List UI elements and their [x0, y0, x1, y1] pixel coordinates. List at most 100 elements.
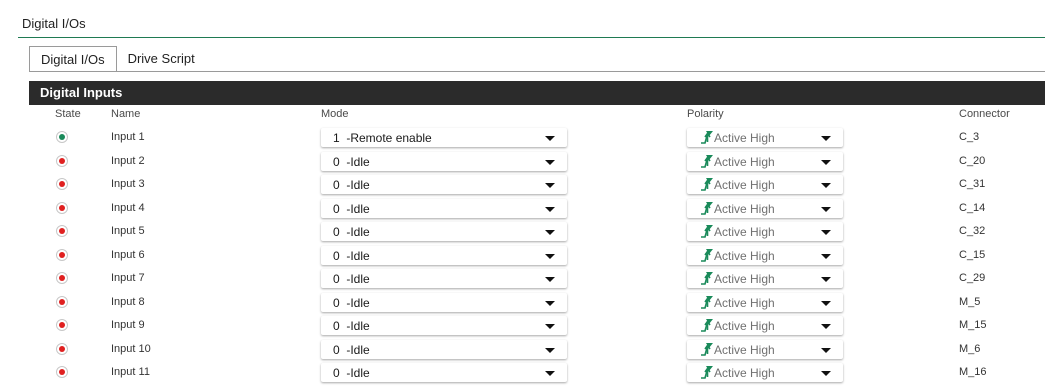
- chevron-down-icon: [545, 277, 555, 282]
- polarity-dropdown[interactable]: Active High: [687, 363, 843, 382]
- state-indicator: [56, 342, 68, 355]
- chevron-down-icon: [821, 206, 831, 212]
- column-header-connector: Connector: [959, 108, 1010, 120]
- tab-bar: Digital I/Os Drive Script: [29, 46, 206, 72]
- state-dot: [59, 228, 65, 234]
- input-name: Input 2: [111, 154, 145, 167]
- polarity-value: Active High: [714, 295, 775, 310]
- input-name: Input 9: [111, 319, 145, 331]
- table-row: Input 4 0 -Idle Active High C_14: [29, 197, 1045, 220]
- chevron-down-icon: [821, 230, 831, 235]
- connector-label: M_6: [959, 342, 981, 355]
- column-header-polarity: Polarity: [687, 108, 724, 120]
- tab-digital-ios[interactable]: Digital I/Os: [29, 46, 117, 72]
- table-row: Input 10 0 -Idle Active High M_6: [29, 338, 1045, 361]
- chevron-down-icon: [545, 347, 555, 353]
- chevron-down-icon: [821, 183, 831, 188]
- tab-drive-script[interactable]: Drive Script: [117, 46, 206, 72]
- connector-label: C_29: [959, 272, 986, 284]
- state-dot: [59, 345, 65, 352]
- mode-dropdown[interactable]: 0 -Idle: [321, 363, 567, 382]
- input-name: Input 1: [111, 131, 145, 143]
- mode-value: 0 -Idle: [333, 178, 370, 192]
- input-name: Input 4: [111, 201, 145, 214]
- mode-value: 0 -Idle: [333, 154, 370, 169]
- mode-value: 0 -Idle: [333, 295, 370, 310]
- polarity-dropdown[interactable]: Active High: [687, 128, 843, 147]
- polarity-value: Active High: [714, 201, 775, 216]
- table-row: Input 3 0 -Idle Active High C_31: [29, 173, 1045, 196]
- state-indicator: [56, 272, 68, 284]
- section-header: Digital Inputs: [29, 81, 1045, 105]
- mode-dropdown[interactable]: 0 -Idle: [321, 292, 567, 312]
- rising-edge-icon: [700, 130, 714, 144]
- state-indicator: [56, 154, 68, 167]
- mode-value: 0 -Idle: [333, 248, 370, 263]
- connector-label: C_3: [959, 131, 980, 143]
- rising-edge-icon: [700, 154, 714, 168]
- state-dot: [59, 298, 65, 305]
- polarity-value: Active High: [714, 178, 775, 192]
- polarity-dropdown[interactable]: Active High: [687, 269, 843, 288]
- mode-dropdown[interactable]: 0 -Idle: [321, 269, 567, 288]
- mode-dropdown[interactable]: 0 -Idle: [321, 316, 567, 335]
- table-row: Input 2 0 -Idle Active High C_20: [29, 150, 1045, 173]
- rising-edge-icon: [700, 295, 714, 309]
- column-header-name: Name: [111, 108, 141, 120]
- panel-title: Digital I/Os: [22, 16, 86, 31]
- mode-value: 0 -Idle: [333, 225, 370, 239]
- mode-dropdown[interactable]: 0 -Idle: [321, 222, 567, 241]
- state-indicator: [56, 201, 68, 214]
- mode-value: 0 -Idle: [333, 319, 370, 333]
- polarity-dropdown[interactable]: Active High: [687, 175, 843, 194]
- mode-value: 0 -Idle: [333, 366, 370, 380]
- state-indicator: [56, 366, 68, 378]
- state-indicator: [56, 178, 68, 190]
- connector-label: C_15: [959, 248, 986, 261]
- input-name: Input 6: [111, 248, 145, 261]
- polarity-dropdown[interactable]: Active High: [687, 339, 843, 359]
- polarity-dropdown[interactable]: Active High: [687, 292, 843, 312]
- polarity-dropdown[interactable]: Active High: [687, 245, 843, 265]
- chevron-down-icon: [545, 183, 555, 188]
- rising-edge-icon: [700, 224, 714, 238]
- connector-label: C_14: [959, 201, 986, 214]
- mode-dropdown[interactable]: 0 -Idle: [321, 339, 567, 359]
- mode-value: 0 -Idle: [333, 201, 370, 216]
- chevron-down-icon: [821, 136, 831, 141]
- table-row: Input 7 0 -Idle Active High C_29: [29, 267, 1045, 290]
- input-name: Input 7: [111, 272, 145, 284]
- polarity-value: Active High: [714, 154, 775, 169]
- table-row: Input 11 0 -Idle Active High M_16: [29, 361, 1045, 384]
- mode-dropdown[interactable]: 0 -Idle: [321, 175, 567, 194]
- polarity-dropdown[interactable]: Active High: [687, 222, 843, 241]
- tab-content: Digital Inputs State Name Mode Polarity …: [29, 71, 1045, 390]
- polarity-dropdown[interactable]: Active High: [687, 316, 843, 335]
- polarity-dropdown[interactable]: Active High: [687, 151, 843, 171]
- chevron-down-icon: [545, 136, 555, 141]
- table-row: Input 5 0 -Idle Active High C_32: [29, 220, 1045, 243]
- rising-edge-icon: [700, 318, 714, 332]
- polarity-value: Active High: [714, 248, 775, 263]
- polarity-dropdown[interactable]: Active High: [687, 198, 843, 218]
- chevron-down-icon: [821, 253, 831, 259]
- connector-label: M_16: [959, 366, 987, 378]
- mode-dropdown[interactable]: 0 -Idle: [321, 245, 567, 265]
- polarity-value: Active High: [714, 319, 775, 333]
- state-dot: [59, 204, 65, 211]
- table-row: Input 6 0 -Idle Active High C_15: [29, 244, 1045, 267]
- rising-edge-icon: [700, 248, 714, 262]
- mode-dropdown[interactable]: 0 -Idle: [321, 198, 567, 218]
- mode-dropdown[interactable]: 1 -Remote enable: [321, 128, 567, 147]
- table-row: Input 9 0 -Idle Active High M_15: [29, 314, 1045, 337]
- chevron-down-icon: [545, 253, 555, 259]
- column-header-state: State: [55, 108, 81, 120]
- table-row: Input 8 0 -Idle Active High M_5: [29, 291, 1045, 314]
- state-indicator: [56, 319, 68, 331]
- input-name: Input 3: [111, 178, 145, 190]
- state-indicator: [56, 248, 68, 261]
- state-dot: [59, 181, 65, 187]
- mode-dropdown[interactable]: 0 -Idle: [321, 151, 567, 171]
- state-dot: [59, 322, 65, 328]
- rising-edge-icon: [700, 177, 714, 191]
